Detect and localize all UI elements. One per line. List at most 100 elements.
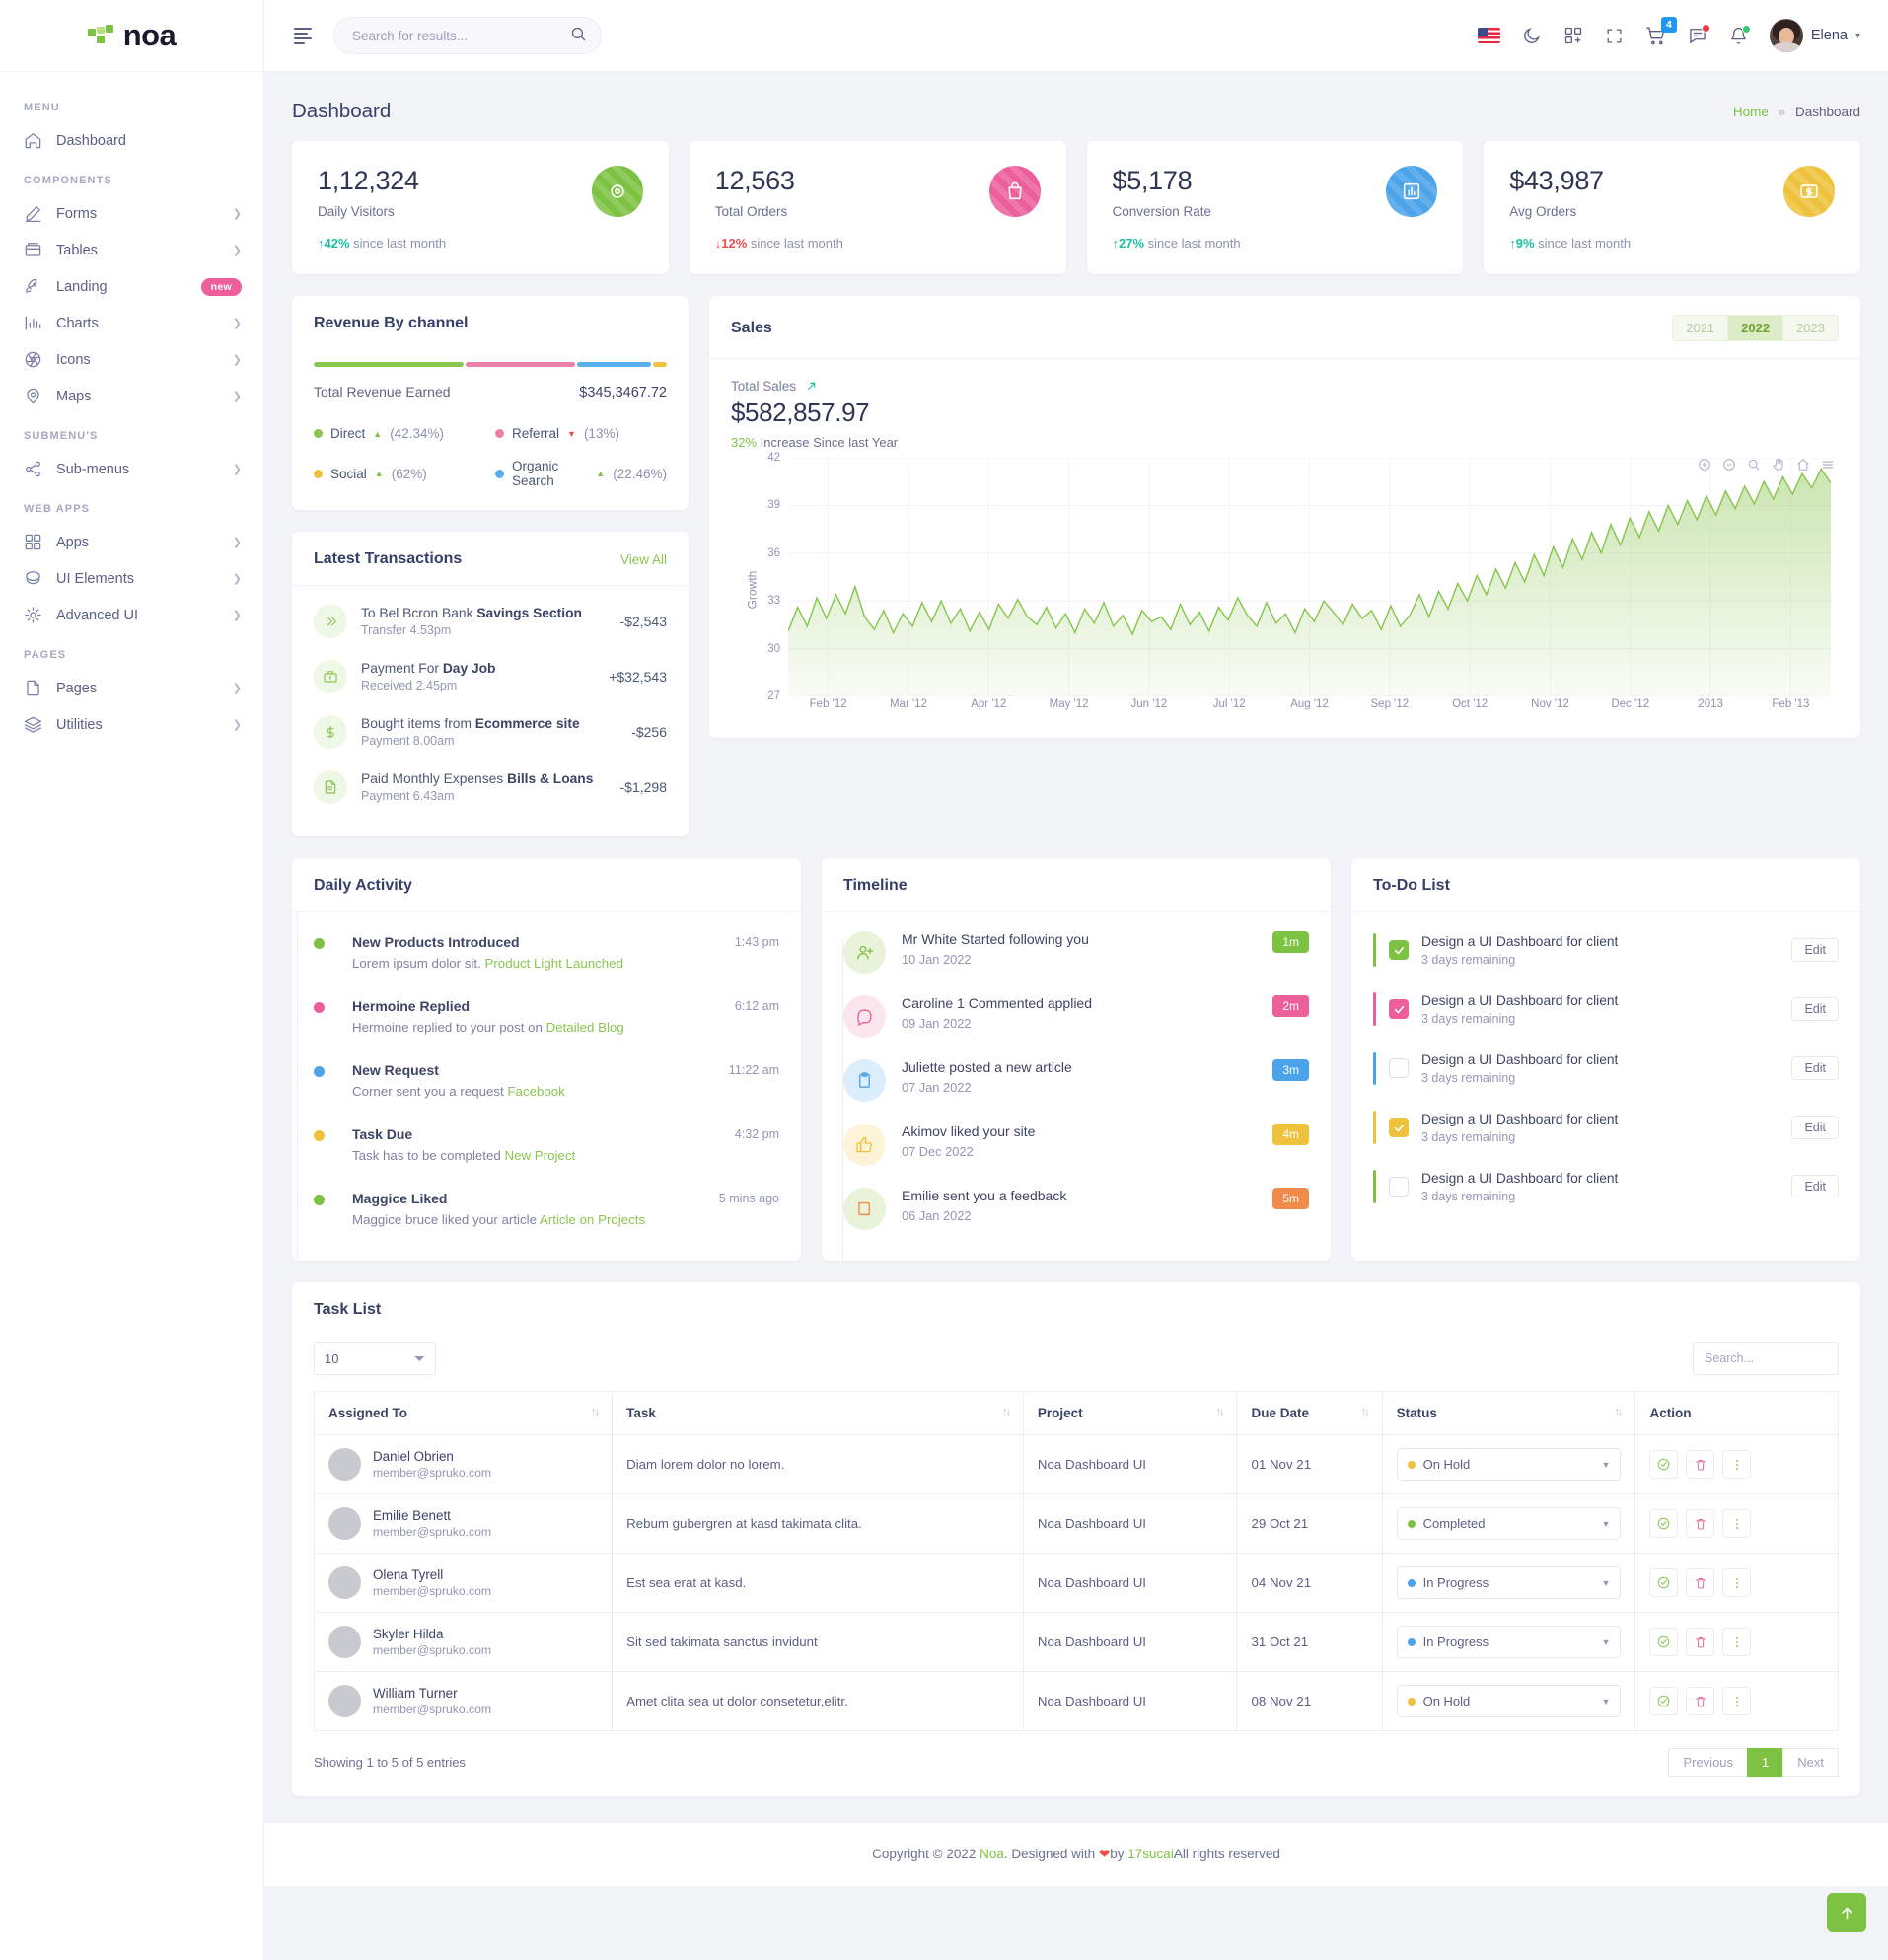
sidebar-item-utilities[interactable]: Utilities ❯ xyxy=(0,706,263,743)
sidebar-item-icons[interactable]: Icons ❯ xyxy=(0,341,263,378)
todo-checkbox[interactable] xyxy=(1389,999,1409,1020)
sidebar-item-landing[interactable]: Landing new xyxy=(0,268,263,305)
fullscreen-icon[interactable] xyxy=(1605,27,1624,45)
cell-assigned-to: Olena Tyrell member@spruko.com xyxy=(313,1553,614,1614)
activity-link[interactable]: New Project xyxy=(504,1148,575,1163)
todo-checkbox[interactable] xyxy=(1389,1118,1409,1138)
sidebar-item-advanced-ui[interactable]: Advanced UI ❯ xyxy=(0,597,263,633)
transaction-item[interactable]: Bought items from Ecommerce site Payment … xyxy=(314,704,667,760)
todo-checkbox[interactable] xyxy=(1389,1177,1409,1198)
activity-link[interactable]: Facebook xyxy=(507,1084,564,1099)
transaction-item[interactable]: To Bel Bcron Bank Savings Section Transfe… xyxy=(314,594,667,649)
activity-link[interactable]: Detailed Blog xyxy=(546,1020,624,1035)
status-dropdown[interactable]: In Progress ▼ xyxy=(1396,1566,1622,1600)
pagination-next[interactable]: Next xyxy=(1782,1748,1839,1778)
sidebar-item-forms[interactable]: Forms ❯ xyxy=(0,195,263,232)
pagination-previous[interactable]: Previous xyxy=(1668,1748,1748,1778)
transaction-item[interactable]: Paid Monthly Expenses Bills & Loans Payme… xyxy=(314,760,667,815)
todo-edit-button[interactable]: Edit xyxy=(1791,938,1839,963)
table-column-action[interactable]: Action xyxy=(1634,1391,1839,1436)
sales-year-2021[interactable]: 2021 xyxy=(1673,316,1729,341)
transactions-view-all-link[interactable]: View All xyxy=(620,552,667,567)
delete-button[interactable] xyxy=(1686,1628,1715,1657)
sidebar-item-pages[interactable]: Pages ❯ xyxy=(0,670,263,706)
approve-button[interactable] xyxy=(1649,1509,1679,1539)
sidebar-item-charts[interactable]: Charts ❯ xyxy=(0,305,263,341)
pagination-page-1[interactable]: 1 xyxy=(1747,1748,1783,1778)
cart-icon[interactable]: 4 xyxy=(1645,16,1677,46)
todo-checkbox[interactable] xyxy=(1389,940,1409,961)
cell-status: In Progress ▼ xyxy=(1381,1612,1636,1673)
footer-author-link[interactable]: 17sucai xyxy=(1127,1847,1174,1861)
moon-icon[interactable] xyxy=(1522,26,1542,45)
sidebar-item-label: UI Elements xyxy=(56,570,134,587)
delete-button[interactable] xyxy=(1686,1687,1715,1716)
more-options-button[interactable] xyxy=(1722,1568,1752,1598)
more-options-button[interactable] xyxy=(1722,1509,1752,1539)
user-menu[interactable]: Elena ▾ xyxy=(1769,19,1860,52)
table-search-input[interactable] xyxy=(1693,1342,1839,1376)
apps-grid-icon[interactable] xyxy=(1563,26,1583,45)
todo-edit-button[interactable]: Edit xyxy=(1791,1175,1839,1199)
approve-button[interactable] xyxy=(1649,1687,1679,1716)
delete-button[interactable] xyxy=(1686,1509,1715,1539)
todo-checkbox[interactable] xyxy=(1389,1058,1409,1079)
table-column-assigned-to[interactable]: Assigned To ↑↓ xyxy=(313,1391,614,1436)
table-column-status[interactable]: Status ↑↓ xyxy=(1381,1391,1636,1436)
sidebar-item-dashboard[interactable]: Dashboard xyxy=(0,122,263,159)
assignee: Emilie Benett member@spruko.com xyxy=(328,1507,598,1541)
table-column-project[interactable]: Project ↑↓ xyxy=(1022,1391,1238,1436)
sort-icon[interactable]: ↑↓ xyxy=(1215,1406,1224,1417)
triangle-down-icon: ▼ xyxy=(567,428,576,439)
sort-icon[interactable]: ↑↓ xyxy=(591,1406,600,1417)
arrow-up-icon xyxy=(1841,1906,1852,1919)
breadcrumb-home[interactable]: Home xyxy=(1733,105,1769,119)
approve-button[interactable] xyxy=(1649,1450,1679,1480)
activity-link[interactable]: Article on Projects xyxy=(540,1212,645,1227)
sort-icon[interactable]: ↑↓ xyxy=(1614,1406,1623,1417)
more-options-button[interactable] xyxy=(1722,1450,1752,1480)
status-dropdown[interactable]: Completed ▼ xyxy=(1396,1507,1622,1541)
bell-icon[interactable] xyxy=(1729,24,1751,45)
sidebar-toggle-icon[interactable] xyxy=(290,24,316,48)
sidebar-item-apps[interactable]: Apps ❯ xyxy=(0,524,263,560)
more-options-button[interactable] xyxy=(1722,1628,1752,1657)
revenue-segment xyxy=(576,362,651,368)
approve-button[interactable] xyxy=(1649,1568,1679,1598)
status-dropdown[interactable]: On Hold ▼ xyxy=(1396,1685,1622,1718)
approve-button[interactable] xyxy=(1649,1628,1679,1657)
cell-action xyxy=(1634,1671,1839,1732)
sales-year-2023[interactable]: 2023 xyxy=(1783,316,1838,341)
sidebar-item-sub-menus[interactable]: Sub-menus ❯ xyxy=(0,451,263,487)
delete-button[interactable] xyxy=(1686,1450,1715,1480)
transaction-title: Payment For Day Job xyxy=(361,661,496,677)
more-options-button[interactable] xyxy=(1722,1687,1752,1716)
sales-year-2022[interactable]: 2022 xyxy=(1728,316,1784,341)
activity-link[interactable]: Product Light Launched xyxy=(485,956,623,971)
search-input[interactable] xyxy=(352,28,564,43)
status-dropdown[interactable]: On Hold ▼ xyxy=(1396,1448,1622,1482)
transaction-title: Bought items from Ecommerce site xyxy=(361,716,580,732)
table-column-due-date[interactable]: Due Date ↑↓ xyxy=(1236,1391,1383,1436)
search-icon[interactable] xyxy=(564,22,593,49)
sidebar-item-ui-elements[interactable]: UI Elements ❯ xyxy=(0,560,263,597)
footer-brand-link[interactable]: Noa xyxy=(980,1847,1004,1861)
table-column-task[interactable]: Task ↑↓ xyxy=(612,1391,1024,1436)
search-box[interactable] xyxy=(333,17,602,54)
todo-edit-button[interactable]: Edit xyxy=(1791,997,1839,1022)
status-dropdown[interactable]: In Progress ▼ xyxy=(1396,1626,1622,1659)
delete-button[interactable] xyxy=(1686,1568,1715,1598)
brand-logo[interactable]: noa xyxy=(87,18,177,53)
message-icon[interactable] xyxy=(1688,24,1710,45)
back-to-top-button[interactable] xyxy=(1827,1893,1866,1932)
sidebar-item-maps[interactable]: Maps ❯ xyxy=(0,378,263,414)
transaction-item[interactable]: Payment For Day Job Received 2.45pm +$32,5… xyxy=(314,649,667,704)
chart-x-tick: Jul '12 xyxy=(1212,698,1246,711)
sidebar-item-tables[interactable]: Tables ❯ xyxy=(0,232,263,268)
todo-edit-button[interactable]: Edit xyxy=(1791,1056,1839,1081)
sort-icon[interactable]: ↑↓ xyxy=(1361,1406,1370,1417)
flag-us-icon[interactable] xyxy=(1477,28,1500,43)
page-length-select[interactable]: 102550100 xyxy=(314,1342,436,1376)
sort-icon[interactable]: ↑↓ xyxy=(1002,1406,1011,1417)
todo-edit-button[interactable]: Edit xyxy=(1791,1116,1839,1140)
